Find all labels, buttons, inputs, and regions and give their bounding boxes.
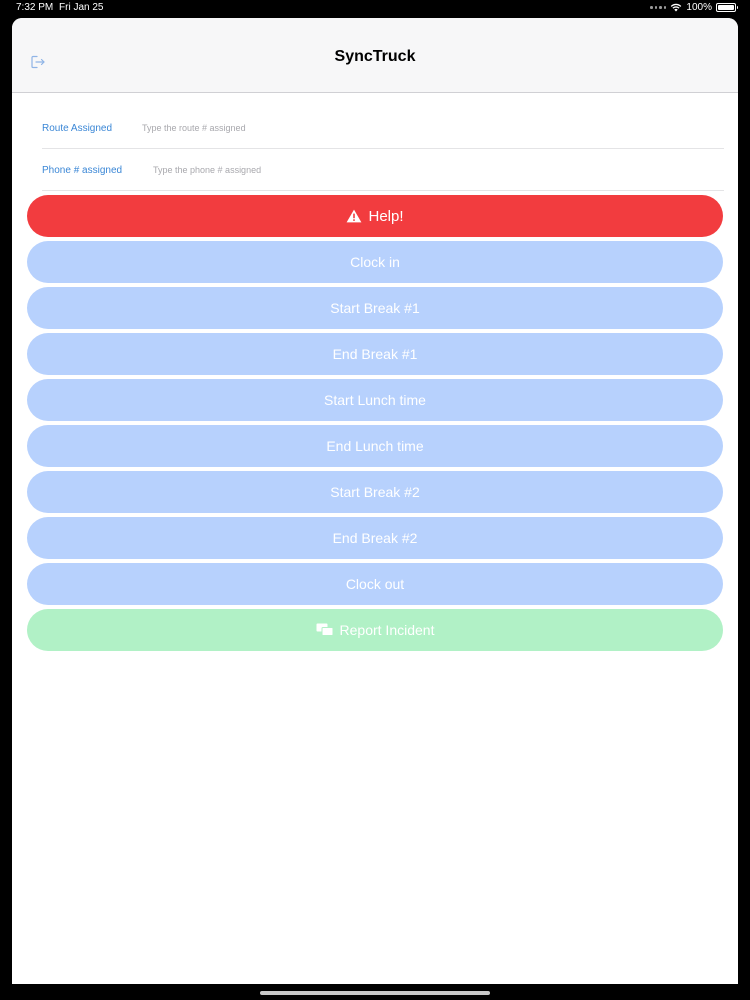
battery-percent: 100%	[686, 2, 712, 13]
help-button-label: Help!	[368, 207, 404, 225]
clock-out-label: Clock out	[345, 576, 405, 592]
chat-bubbles-icon	[316, 623, 334, 636]
end-break-1-label: End Break #1	[332, 346, 418, 362]
start-lunch-button[interactable]: Start Lunch time	[27, 379, 723, 421]
clock-out-button[interactable]: Clock out	[27, 563, 723, 605]
end-break-1-button[interactable]: End Break #1	[27, 333, 723, 375]
start-break-2-label: Start Break #2	[330, 484, 420, 500]
start-lunch-label: Start Lunch time	[324, 392, 426, 408]
start-break-1-button[interactable]: Start Break #1	[27, 287, 723, 329]
clock-in-label: Clock in	[350, 254, 400, 270]
route-assigned-label: Route Assigned	[42, 123, 113, 134]
start-break-2-button[interactable]: Start Break #2	[27, 471, 723, 513]
report-incident-button[interactable]: Report Incident	[27, 609, 723, 651]
route-assigned-row: Route Assigned	[42, 107, 724, 149]
warning-triangle-icon	[347, 209, 362, 223]
status-indicators: 100%	[650, 2, 738, 13]
help-button[interactable]: Help!	[27, 195, 723, 237]
start-break-1-label: Start Break #1	[330, 300, 420, 316]
phone-assigned-row: Phone # assigned	[42, 149, 724, 191]
page-title: SyncTruck	[334, 48, 416, 65]
wifi-icon	[671, 3, 682, 12]
phone-assigned-label: Phone # assigned	[42, 165, 123, 176]
signal-dots-icon	[650, 6, 667, 9]
route-assigned-input[interactable]	[142, 118, 702, 138]
app-window: SyncTruck Route Assigned Phone # assigne…	[12, 18, 738, 984]
report-incident-label: Report Incident	[339, 622, 435, 638]
battery-icon	[716, 3, 738, 12]
end-lunch-button[interactable]: End Lunch time	[27, 425, 723, 467]
home-indicator	[260, 991, 490, 995]
end-break-2-label: End Break #2	[332, 530, 418, 546]
end-break-2-button[interactable]: End Break #2	[27, 517, 723, 559]
status-bar: 7:32 PM Fri Jan 25 100%	[0, 0, 750, 16]
phone-assigned-input[interactable]	[153, 160, 713, 180]
end-lunch-label: End Lunch time	[326, 438, 424, 454]
status-date: Fri Jan 25	[59, 2, 104, 13]
navigation-bar: SyncTruck	[12, 18, 738, 93]
status-time: 7:32 PM	[16, 2, 54, 13]
clock-in-button[interactable]: Clock in	[27, 241, 723, 283]
